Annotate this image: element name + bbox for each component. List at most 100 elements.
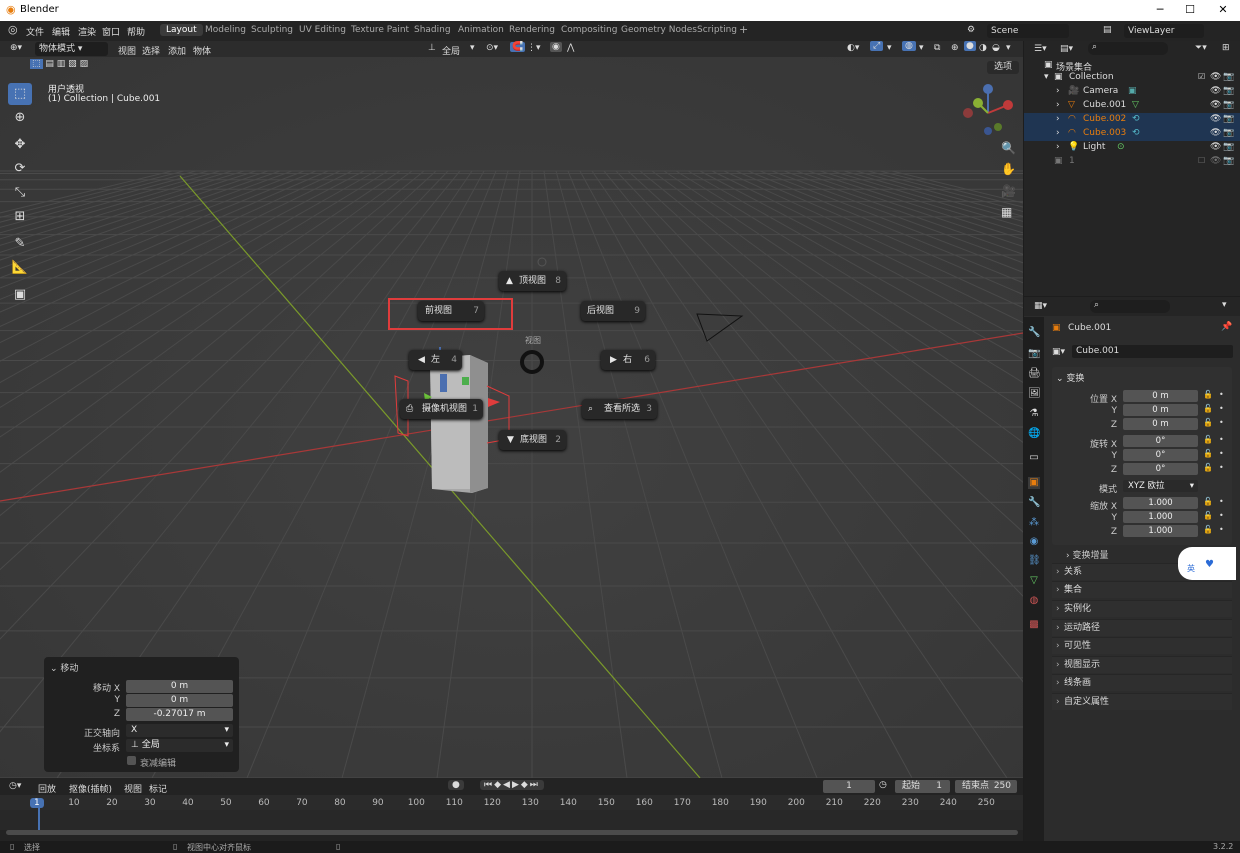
- tab-shading[interactable]: Shading: [414, 25, 451, 35]
- collection-tab-icon[interactable]: ▭: [1028, 452, 1040, 464]
- expand-icon[interactable]: ›: [1056, 128, 1060, 138]
- pie-left-view-button[interactable]: ◀ 左4: [409, 350, 462, 370]
- timeline-editor-icon[interactable]: ◷▾: [9, 781, 21, 791]
- playback-controls[interactable]: ⏮◆◀▶◆⏭: [480, 780, 544, 790]
- eye-icon[interactable]: 👁: [1210, 86, 1221, 96]
- select-subtract-icon[interactable]: ▥: [57, 59, 66, 69]
- pie-right-view-button[interactable]: ▶ 右 6: [601, 350, 655, 370]
- add-workspace-icon[interactable]: +: [739, 23, 748, 36]
- display-mode-icon[interactable]: ▤▾: [1060, 44, 1073, 54]
- render-icon[interactable]: 📷: [1223, 156, 1234, 166]
- snap-icon[interactable]: 🧲: [510, 42, 526, 52]
- rotation-mode-dropdown[interactable]: XYZ 欧拉 ▾: [1123, 480, 1198, 492]
- keyframe-dot-icon[interactable]: •: [1219, 497, 1224, 506]
- orient-dropdown[interactable]: ⊥ 全局 ▾: [126, 739, 233, 752]
- eye-icon[interactable]: 👁: [1210, 72, 1221, 82]
- view-menu[interactable]: 视图: [118, 44, 136, 57]
- expand-icon[interactable]: ›: [1056, 100, 1060, 110]
- gizmo-options-icon[interactable]: ▾: [887, 43, 892, 53]
- pie-back-view-button[interactable]: 后视图 9: [581, 301, 645, 321]
- menu-edit[interactable]: 编辑: [52, 25, 70, 38]
- location-z-field[interactable]: 0 m: [1123, 418, 1198, 430]
- eye-icon[interactable]: 👁: [1210, 142, 1221, 152]
- overlay-toggle-icon[interactable]: ◍: [902, 41, 916, 51]
- ime-badge[interactable]: 英 ♥: [1178, 547, 1236, 580]
- scale-x-field[interactable]: 1.000: [1123, 497, 1198, 509]
- particles-tab-icon[interactable]: ⁂: [1028, 517, 1040, 529]
- outliner-row-camera[interactable]: › 🎥 Camera ▣ 👁 📷: [1024, 85, 1240, 99]
- render-icon[interactable]: 📷: [1223, 100, 1234, 110]
- render-icon[interactable]: 📷: [1223, 114, 1234, 124]
- location-x-field[interactable]: 0 m: [1123, 390, 1198, 402]
- select-intersect-icon[interactable]: ▨: [80, 59, 89, 69]
- scale-tool-icon[interactable]: ⤡: [8, 182, 32, 204]
- tool-tab-icon[interactable]: 🔧: [1028, 327, 1040, 339]
- wireframe-shading-icon[interactable]: ⊕: [951, 43, 959, 53]
- panel-line-art[interactable]: 线条画: [1052, 674, 1232, 692]
- object-tab-icon[interactable]: ▣: [1028, 477, 1040, 489]
- start-frame-field[interactable]: 起始 1: [895, 780, 950, 793]
- tab-geometry-nodes[interactable]: Geometry Nodes: [621, 25, 697, 35]
- material-shading-icon[interactable]: ◑: [979, 43, 987, 53]
- menu-render[interactable]: 渲染: [78, 25, 96, 38]
- lock-icon[interactable]: 🔓: [1203, 497, 1213, 506]
- pie-camera-view-button[interactable]: ⎙ 摄像机视图 1: [400, 399, 483, 419]
- end-frame-field[interactable]: 结束点 250: [955, 780, 1017, 793]
- location-y-field[interactable]: 0 m: [1123, 404, 1198, 416]
- keyframe-dot-icon[interactable]: •: [1219, 435, 1224, 444]
- lock-icon[interactable]: 🔓: [1203, 390, 1213, 399]
- new-collection-icon[interactable]: ⊞: [1222, 43, 1230, 53]
- lock-icon[interactable]: 🔓: [1203, 404, 1213, 413]
- lock-icon[interactable]: 🔓: [1203, 418, 1213, 427]
- rotation-x-field[interactable]: 0°: [1123, 435, 1198, 447]
- pan-hand-icon[interactable]: ✋: [1001, 162, 1016, 176]
- current-frame-field[interactable]: 1: [823, 780, 875, 793]
- pivot-icon[interactable]: ⊙▾: [486, 43, 498, 53]
- zoom-icon[interactable]: 🔍: [1001, 141, 1016, 155]
- eye-icon[interactable]: 👁: [1210, 156, 1221, 166]
- expand-icon[interactable]: ›: [1056, 114, 1060, 124]
- object-menu[interactable]: 物体: [193, 44, 211, 57]
- keyframe-area[interactable]: [0, 810, 1023, 830]
- move-y-field[interactable]: 0 m: [126, 694, 233, 707]
- keyframe-dot-icon[interactable]: •: [1219, 463, 1224, 472]
- tab-layout[interactable]: Layout: [160, 24, 203, 36]
- expand-icon[interactable]: ▾: [1044, 72, 1049, 82]
- timeline-menu-marker[interactable]: 标记: [149, 782, 167, 795]
- close-icon[interactable]: ✕: [1213, 3, 1233, 16]
- output-tab-icon[interactable]: 🖨: [1028, 368, 1041, 380]
- menu-window[interactable]: 窗口: [102, 25, 120, 38]
- transform-panel-header[interactable]: ⌄ 变换: [1056, 371, 1084, 384]
- proportional-checkbox[interactable]: [127, 756, 136, 765]
- select-extend-icon[interactable]: ▤: [45, 59, 54, 69]
- scene-field[interactable]: Scene: [987, 24, 1069, 38]
- select-menu[interactable]: 选择: [142, 44, 160, 57]
- overlay-options-icon[interactable]: ▾: [919, 43, 924, 53]
- scale-y-field[interactable]: 1.000: [1123, 511, 1198, 523]
- xray-icon[interactable]: ⧉: [934, 43, 940, 53]
- panel-collections[interactable]: 集合: [1052, 581, 1232, 599]
- measure-tool-icon[interactable]: 📐: [8, 257, 32, 279]
- render-tab-icon[interactable]: 📷: [1028, 348, 1040, 360]
- pie-bottom-view-button[interactable]: ▼ 底视图 2: [499, 430, 566, 450]
- axis-dropdown[interactable]: X ▾: [126, 724, 233, 737]
- keyframe-dot-icon[interactable]: •: [1219, 418, 1224, 427]
- outliner-search-input[interactable]: ⌕: [1088, 42, 1168, 55]
- move-z-field[interactable]: -0.27017 m: [126, 708, 233, 721]
- outliner-row-light[interactable]: › 💡 Light ⊙ 👁 📷: [1024, 141, 1240, 155]
- tab-sculpting[interactable]: Sculpting: [251, 25, 293, 35]
- annotate-tool-icon[interactable]: ✎: [8, 233, 32, 255]
- scene-tab-icon[interactable]: ⚗: [1028, 408, 1040, 420]
- outliner-row-collection-1[interactable]: ▣ 1 ☐ 👁 📷: [1024, 155, 1240, 169]
- lock-icon[interactable]: 🔓: [1203, 511, 1213, 520]
- keyframe-dot-icon[interactable]: •: [1219, 390, 1224, 399]
- add-cube-tool-icon[interactable]: ▣: [8, 284, 32, 306]
- rotation-y-field[interactable]: 0°: [1123, 449, 1198, 461]
- tab-texture-paint[interactable]: Texture Paint: [351, 25, 409, 35]
- render-icon[interactable]: 📷: [1223, 142, 1234, 152]
- timeline-menu-keying[interactable]: 抠像(插帧): [69, 782, 112, 795]
- proportional-icon[interactable]: ◉: [550, 42, 562, 52]
- gizmo-toggle-icon[interactable]: ⤢: [870, 41, 884, 51]
- eye-icon[interactable]: 👁: [1210, 128, 1221, 138]
- filter-icon[interactable]: ⏷▾: [1195, 43, 1207, 53]
